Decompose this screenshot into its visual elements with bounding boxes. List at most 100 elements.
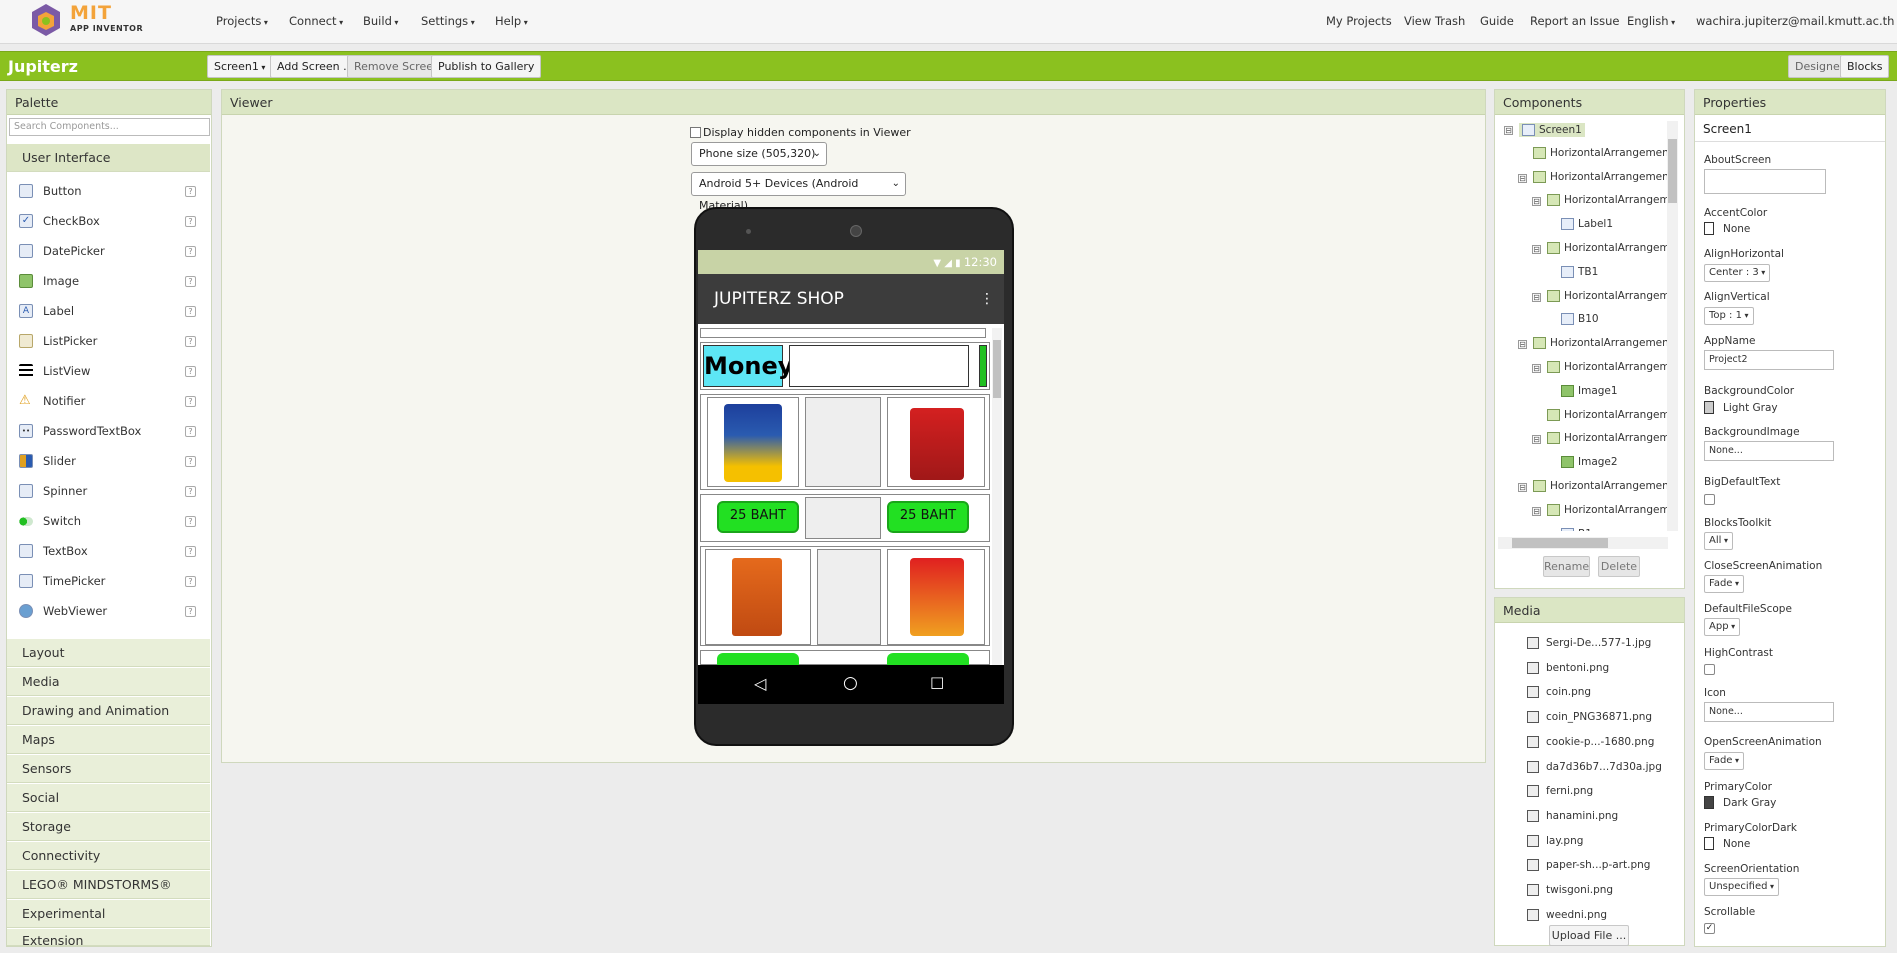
media-file-item[interactable]: paper-sh...p-art.png bbox=[1527, 859, 1650, 872]
collapse-toggle-icon[interactable]: ⊟ bbox=[1518, 483, 1527, 492]
component-tree-item[interactable]: B1 bbox=[1561, 527, 1592, 531]
help-icon[interactable]: ? bbox=[185, 276, 196, 287]
category-experimental[interactable]: Experimental bbox=[7, 900, 210, 928]
palette-item-spinner[interactable]: Spinner bbox=[19, 481, 87, 501]
palette-item-timepicker[interactable]: TimePicker bbox=[19, 571, 105, 591]
palette-item-checkbox[interactable]: ✓ CheckBox bbox=[19, 211, 100, 231]
component-tree-item[interactable]: HorizontalArrangemen bbox=[1547, 432, 1668, 445]
scrollbar-thumb[interactable] bbox=[1668, 139, 1677, 203]
collapse-toggle-icon[interactable]: ⊟ bbox=[1532, 506, 1541, 516]
collapse-toggle-icon[interactable]: ⊟ bbox=[1532, 435, 1541, 445]
primary-color-picker[interactable]: Dark Gray bbox=[1704, 796, 1776, 809]
image2[interactable] bbox=[887, 397, 985, 487]
palette-item-button[interactable]: Button bbox=[19, 181, 82, 201]
component-tree-item[interactable]: HorizontalArrangemen bbox=[1547, 289, 1668, 302]
help-icon[interactable]: ? bbox=[185, 216, 196, 227]
help-icon[interactable]: ? bbox=[185, 186, 196, 197]
price-button-2[interactable]: 25 BAHT bbox=[887, 501, 969, 533]
high-contrast-checkbox[interactable] bbox=[1704, 664, 1715, 675]
image3[interactable] bbox=[705, 549, 811, 645]
component-tree-item[interactable]: B10 bbox=[1561, 313, 1599, 326]
arrangement-money[interactable]: Money bbox=[700, 342, 990, 390]
background-color-picker[interactable]: Light Gray bbox=[1704, 401, 1778, 414]
theme-select[interactable]: Android 5+ Devices (Android Material) ⌄ bbox=[691, 172, 906, 212]
phone-size-select[interactable]: Phone size (505,320) ⌄ bbox=[691, 142, 827, 166]
media-file-item[interactable]: weedni.png bbox=[1527, 908, 1607, 921]
media-file-item[interactable]: coin_PNG36871.png bbox=[1527, 711, 1652, 724]
publish-gallery-button[interactable]: Publish to Gallery bbox=[431, 55, 542, 78]
phone-scrollbar-thumb[interactable] bbox=[993, 340, 1001, 398]
app-name-input[interactable]: Project2 bbox=[1704, 350, 1834, 370]
palette-item-listview[interactable]: ListView bbox=[19, 361, 90, 381]
palette-item-webviewer[interactable]: WebViewer bbox=[19, 601, 107, 621]
category-lego-mindstorms[interactable]: LEGO® MINDSTORMS® bbox=[7, 871, 210, 899]
category-media[interactable]: Media bbox=[7, 668, 210, 696]
arrangement-top[interactable] bbox=[700, 328, 986, 338]
media-file-item[interactable]: Sergi-De...577-1.jpg bbox=[1527, 637, 1651, 649]
media-file-item[interactable]: twisgoni.png bbox=[1527, 884, 1613, 896]
menu-connect[interactable]: Connect bbox=[289, 14, 343, 28]
overflow-menu-icon[interactable]: ⋮ bbox=[980, 274, 994, 324]
component-tree[interactable]: ⊟ Screen1 HorizontalArrangemen ⊟ HorizontalA… bbox=[1498, 121, 1668, 531]
component-tree-item[interactable]: HorizontalArrangemen bbox=[1533, 480, 1668, 492]
menu-user-account[interactable]: wachira.jupiterz@mail.kmutt.ac.th bbox=[1696, 14, 1897, 28]
upload-file-button[interactable]: Upload File ... bbox=[1549, 925, 1629, 946]
help-icon[interactable]: ? bbox=[185, 576, 196, 587]
align-vertical-select[interactable]: Top : 1 bbox=[1704, 307, 1754, 325]
help-icon[interactable]: ? bbox=[185, 396, 196, 407]
scrollable-checkbox[interactable]: ✓ bbox=[1704, 923, 1715, 934]
icon-picker[interactable]: None... bbox=[1704, 702, 1834, 722]
arrangement-prices-2[interactable] bbox=[700, 650, 990, 665]
collapse-toggle-icon[interactable]: ⊟ bbox=[1504, 126, 1513, 135]
big-default-text-checkbox[interactable] bbox=[1704, 494, 1715, 505]
help-icon[interactable]: ? bbox=[185, 366, 196, 377]
category-drawing-animation[interactable]: Drawing and Animation bbox=[7, 697, 210, 725]
collapse-toggle-icon[interactable]: ⊟ bbox=[1532, 292, 1541, 302]
help-icon[interactable]: ? bbox=[185, 426, 196, 437]
category-storage[interactable]: Storage bbox=[7, 813, 210, 841]
media-file-item[interactable]: bentoni.png bbox=[1527, 661, 1609, 674]
collapse-toggle-icon[interactable]: ⊟ bbox=[1532, 364, 1541, 373]
money-label[interactable]: Money bbox=[703, 345, 793, 387]
component-tree-item[interactable]: HorizontalArrangemen bbox=[1547, 503, 1668, 516]
palette-item-listpicker[interactable]: ListPicker bbox=[19, 331, 97, 351]
menu-settings[interactable]: Settings bbox=[421, 14, 475, 28]
price-button-3[interactable] bbox=[717, 653, 799, 665]
collapse-toggle-icon[interactable]: ⊟ bbox=[1532, 245, 1541, 254]
phone-scrollbar[interactable] bbox=[992, 328, 1002, 665]
palette-item-label[interactable]: A Label bbox=[19, 301, 74, 321]
arrangement-prices-1[interactable]: 25 BAHT 25 BAHT bbox=[700, 494, 990, 542]
blocks-toolkit-select[interactable]: All bbox=[1704, 532, 1733, 550]
help-icon[interactable]: ? bbox=[185, 456, 196, 467]
help-icon[interactable]: ? bbox=[185, 606, 196, 617]
blocks-button[interactable]: Blocks bbox=[1840, 55, 1890, 78]
link-my-projects[interactable]: My Projects bbox=[1326, 14, 1392, 28]
price-button-1[interactable]: 25 BAHT bbox=[717, 501, 799, 533]
palette-item-slider[interactable]: Slider bbox=[19, 451, 76, 471]
palette-item-image[interactable]: Image bbox=[19, 271, 79, 291]
media-file-item[interactable]: hanamini.png bbox=[1527, 809, 1618, 822]
media-file-item[interactable]: ferni.png bbox=[1527, 785, 1593, 798]
component-tree-item[interactable]: HorizontalArrangemen bbox=[1533, 337, 1668, 350]
delete-button[interactable]: Delete bbox=[1598, 556, 1640, 577]
about-screen-textarea[interactable] bbox=[1704, 169, 1826, 194]
help-icon[interactable]: ? bbox=[185, 246, 196, 257]
component-tree-item[interactable]: HorizontalArrangemen bbox=[1547, 194, 1668, 207]
component-tree-scrollbar[interactable] bbox=[1667, 121, 1678, 531]
category-layout[interactable]: Layout bbox=[7, 639, 210, 667]
component-tree-item[interactable]: Screen1 bbox=[1519, 123, 1585, 137]
palette-item-notifier[interactable]: ⚠ Notifier bbox=[19, 391, 85, 411]
link-view-trash[interactable]: View Trash bbox=[1404, 14, 1465, 28]
arrangement-row-1[interactable] bbox=[700, 394, 990, 490]
recents-icon[interactable]: □ bbox=[930, 673, 944, 691]
help-icon[interactable]: ? bbox=[185, 516, 196, 527]
component-tree-item[interactable]: TB1 bbox=[1561, 265, 1598, 278]
media-file-item[interactable]: lay.png bbox=[1527, 834, 1583, 847]
display-hidden-option[interactable]: Display hidden components in Viewer bbox=[690, 126, 911, 139]
screen-orientation-select[interactable]: Unspecified bbox=[1704, 878, 1780, 896]
align-horizontal-select[interactable]: Center : 3 bbox=[1704, 264, 1771, 282]
palette-item-switch[interactable]: Switch bbox=[19, 511, 81, 531]
menu-projects[interactable]: Projects bbox=[216, 14, 268, 28]
link-guide[interactable]: Guide bbox=[1480, 14, 1514, 28]
palette-item-textbox[interactable]: TextBox bbox=[19, 541, 88, 561]
